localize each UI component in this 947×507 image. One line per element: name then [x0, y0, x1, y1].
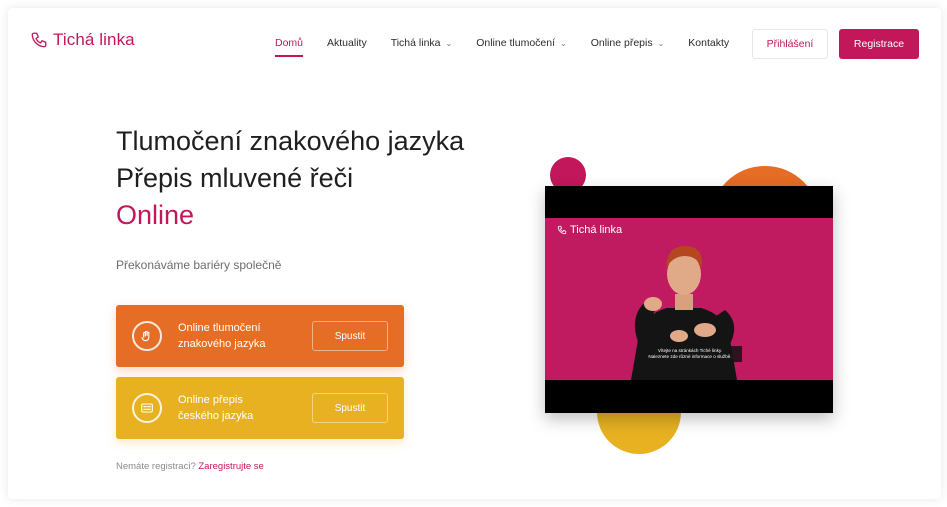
card-title: Online tlumočení znakového jazyka [178, 320, 298, 352]
nav-item-online-tlumoceni[interactable]: Online tlumočení ⌄ [476, 37, 567, 49]
phone-icon [557, 225, 567, 235]
card-title-line1: Online tlumočení [178, 322, 261, 334]
card-title-line1: Online přepis [178, 394, 243, 406]
hands-icon [132, 321, 162, 351]
hero-title-line2: Přepis mluvené řeči [116, 163, 354, 193]
signup-link[interactable]: Zaregistrujte se [198, 461, 263, 472]
chevron-down-icon: ⌄ [445, 39, 453, 48]
logo[interactable]: Tichá linka [30, 30, 135, 50]
phone-icon [31, 32, 47, 48]
video-caption: Vítejte na stránkách Tiché linky. Nalezn… [638, 346, 742, 362]
start-interpreting-button[interactable]: Spustit [312, 321, 388, 351]
video-frame: Tichá linka Vítejte na stránkách Tiché l… [545, 218, 833, 380]
caption-line2: Naleznete zde různé informace o službě. [648, 354, 732, 359]
start-transcript-button[interactable]: Spustit [312, 393, 388, 423]
card-title-line2: znakového jazyka [178, 338, 266, 350]
nav-item-online-prepis[interactable]: Online přepis ⌄ [591, 37, 665, 49]
hero-subtitle: Překonáváme bariéry společně [116, 258, 282, 272]
login-button[interactable]: Přihlášení [752, 29, 828, 59]
logo-text: Tichá linka [53, 30, 135, 49]
signup-question: Nemáte registraci? [116, 461, 196, 472]
nav-item-label: Online tlumočení [476, 37, 556, 49]
nav-item-label: Online přepis [590, 37, 653, 49]
nav-item-kontakty[interactable]: Kontakty [688, 37, 729, 49]
hero-title-online: Online [116, 200, 195, 230]
card-online-transcript[interactable]: Online přepis českého jazyka Spustit [116, 377, 404, 439]
transcript-icon [132, 393, 162, 423]
signup-prompt: Nemáte registraci? Zaregistrujte se [116, 461, 264, 472]
card-online-interpreting[interactable]: Online tlumočení znakového jazyka Spusti… [116, 305, 404, 367]
intro-video[interactable]: Tichá linka Vítejte na stránkách Tiché l… [545, 186, 833, 413]
register-button[interactable]: Registrace [839, 29, 919, 59]
nav-item-aktuality[interactable]: Aktuality [327, 37, 367, 49]
nav-item-domu[interactable]: Domů [275, 37, 304, 57]
chevron-down-icon: ⌄ [657, 39, 665, 48]
nav-item-label: Tichá linka [390, 37, 441, 49]
card-title-line2: českého jazyka [178, 410, 254, 422]
nav-item-ticha-linka[interactable]: Tichá linka ⌄ [391, 37, 453, 49]
card-title: Online přepis českého jazyka [178, 392, 298, 424]
hero-title-line1: Tlumočení znakového jazyka [116, 126, 465, 156]
main-nav: Domů Aktuality Tichá linka ⌄ Online tlumo… [275, 37, 753, 57]
chevron-down-icon: ⌄ [560, 39, 567, 48]
